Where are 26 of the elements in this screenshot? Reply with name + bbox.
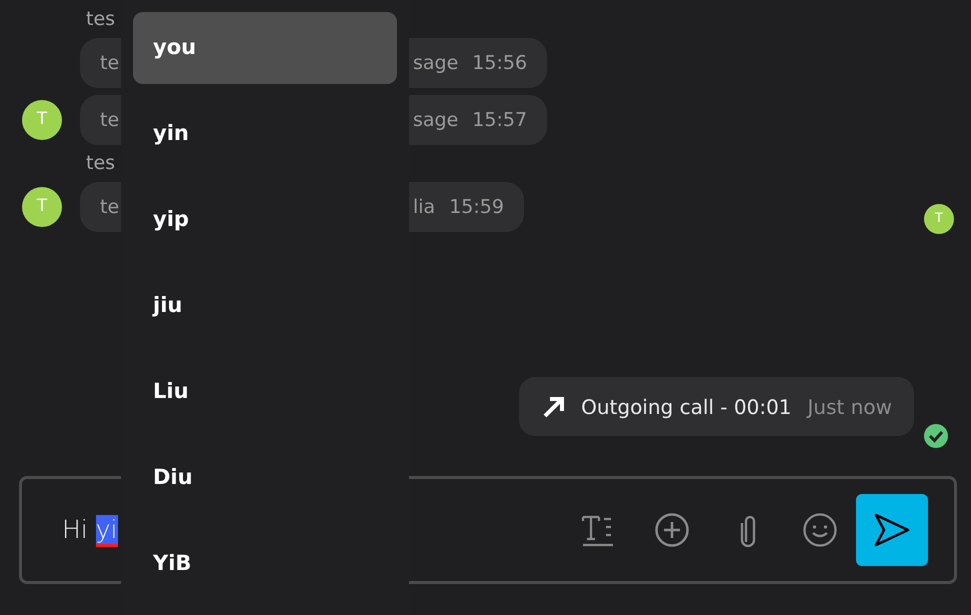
add-icon bbox=[654, 512, 690, 548]
message-text: sage bbox=[413, 50, 458, 76]
suggestion-item[interactable]: you bbox=[133, 12, 397, 84]
suggestion-item[interactable]: Diu bbox=[133, 442, 397, 514]
message-text: te bbox=[100, 50, 120, 76]
avatar: T bbox=[924, 204, 954, 234]
smiley-icon bbox=[802, 512, 838, 548]
message-text: lia bbox=[413, 194, 436, 220]
message-text: sage bbox=[413, 108, 458, 133]
suggestion-item[interactable]: yip bbox=[133, 184, 397, 256]
call-label: Outgoing call - 00:01 bbox=[581, 394, 792, 420]
avatar: T bbox=[22, 100, 62, 140]
message-text: te bbox=[100, 108, 120, 133]
suggestion-item[interactable]: Liu bbox=[133, 356, 397, 428]
avatar: T bbox=[22, 187, 62, 227]
send-icon bbox=[874, 513, 910, 547]
message-time: 15:56 bbox=[472, 50, 528, 76]
message-time: 15:59 bbox=[449, 194, 504, 220]
suggestion-item[interactable]: jiu bbox=[133, 270, 397, 342]
sender-name: tes bbox=[85, 152, 116, 174]
call-time: Just now bbox=[808, 394, 892, 420]
send-button[interactable] bbox=[856, 494, 928, 566]
message-text: te bbox=[100, 194, 120, 220]
suggestion-item[interactable]: yin bbox=[133, 98, 397, 170]
message-time: 15:57 bbox=[472, 108, 528, 133]
sender-name: tes bbox=[85, 8, 116, 30]
